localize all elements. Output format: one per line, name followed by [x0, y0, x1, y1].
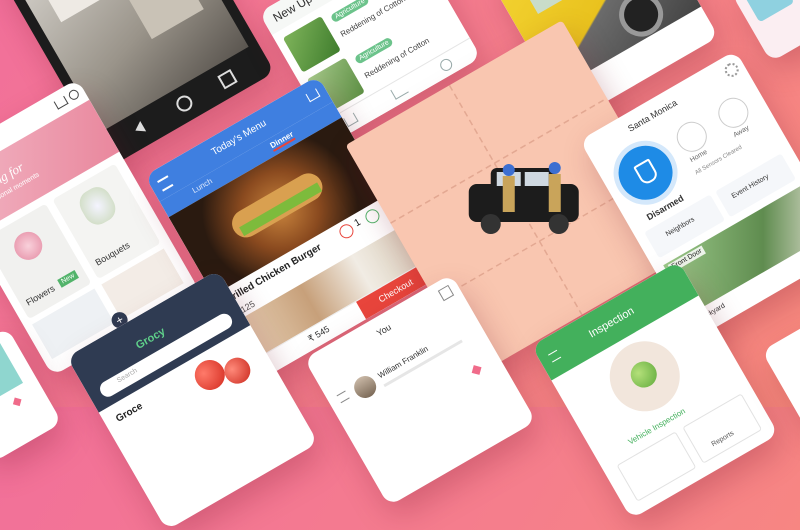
location-label[interactable]: Santa Monica — [626, 98, 679, 134]
menu-icon[interactable] — [336, 390, 350, 404]
minus-icon[interactable] — [336, 221, 357, 241]
avatar[interactable] — [350, 371, 381, 403]
reports-label: Reports — [710, 429, 736, 449]
menu-icon[interactable] — [157, 175, 174, 192]
edit-icon[interactable] — [437, 284, 455, 302]
gear-icon[interactable] — [722, 60, 742, 80]
cart-icon[interactable] — [305, 88, 321, 103]
heart-icon[interactable] — [12, 397, 22, 407]
search-icon[interactable] — [67, 87, 81, 102]
social-title: You — [374, 321, 393, 339]
home-nav-icon[interactable] — [173, 92, 196, 115]
plus-icon[interactable] — [362, 206, 382, 226]
back-nav-icon[interactable] — [132, 120, 147, 136]
corner-card — [731, 0, 800, 63]
recent-nav-icon[interactable] — [217, 68, 238, 90]
partial-card — [761, 321, 800, 429]
new-badge: New — [57, 269, 80, 288]
section-title: Groce — [114, 400, 145, 425]
category-label: Flowers — [24, 283, 57, 308]
tomato-image — [219, 352, 256, 389]
chart-icon[interactable] — [390, 82, 409, 100]
cart-icon[interactable] — [53, 95, 69, 110]
heart-icon[interactable] — [471, 365, 482, 375]
inspection-title: Inspection — [586, 304, 637, 341]
tile-label: Neighbors — [664, 216, 696, 239]
category-label: Bouquets — [93, 239, 132, 268]
total-price: ₹ 545 — [306, 323, 332, 345]
search-placeholder: Search — [115, 367, 139, 385]
menu-icon[interactable] — [548, 349, 562, 363]
user-icon[interactable] — [437, 56, 455, 74]
shield-icon — [633, 158, 660, 187]
reports-card[interactable]: Reports — [682, 393, 763, 464]
tile-label: Event History — [730, 173, 771, 201]
dish-qty: 1 — [352, 216, 363, 230]
